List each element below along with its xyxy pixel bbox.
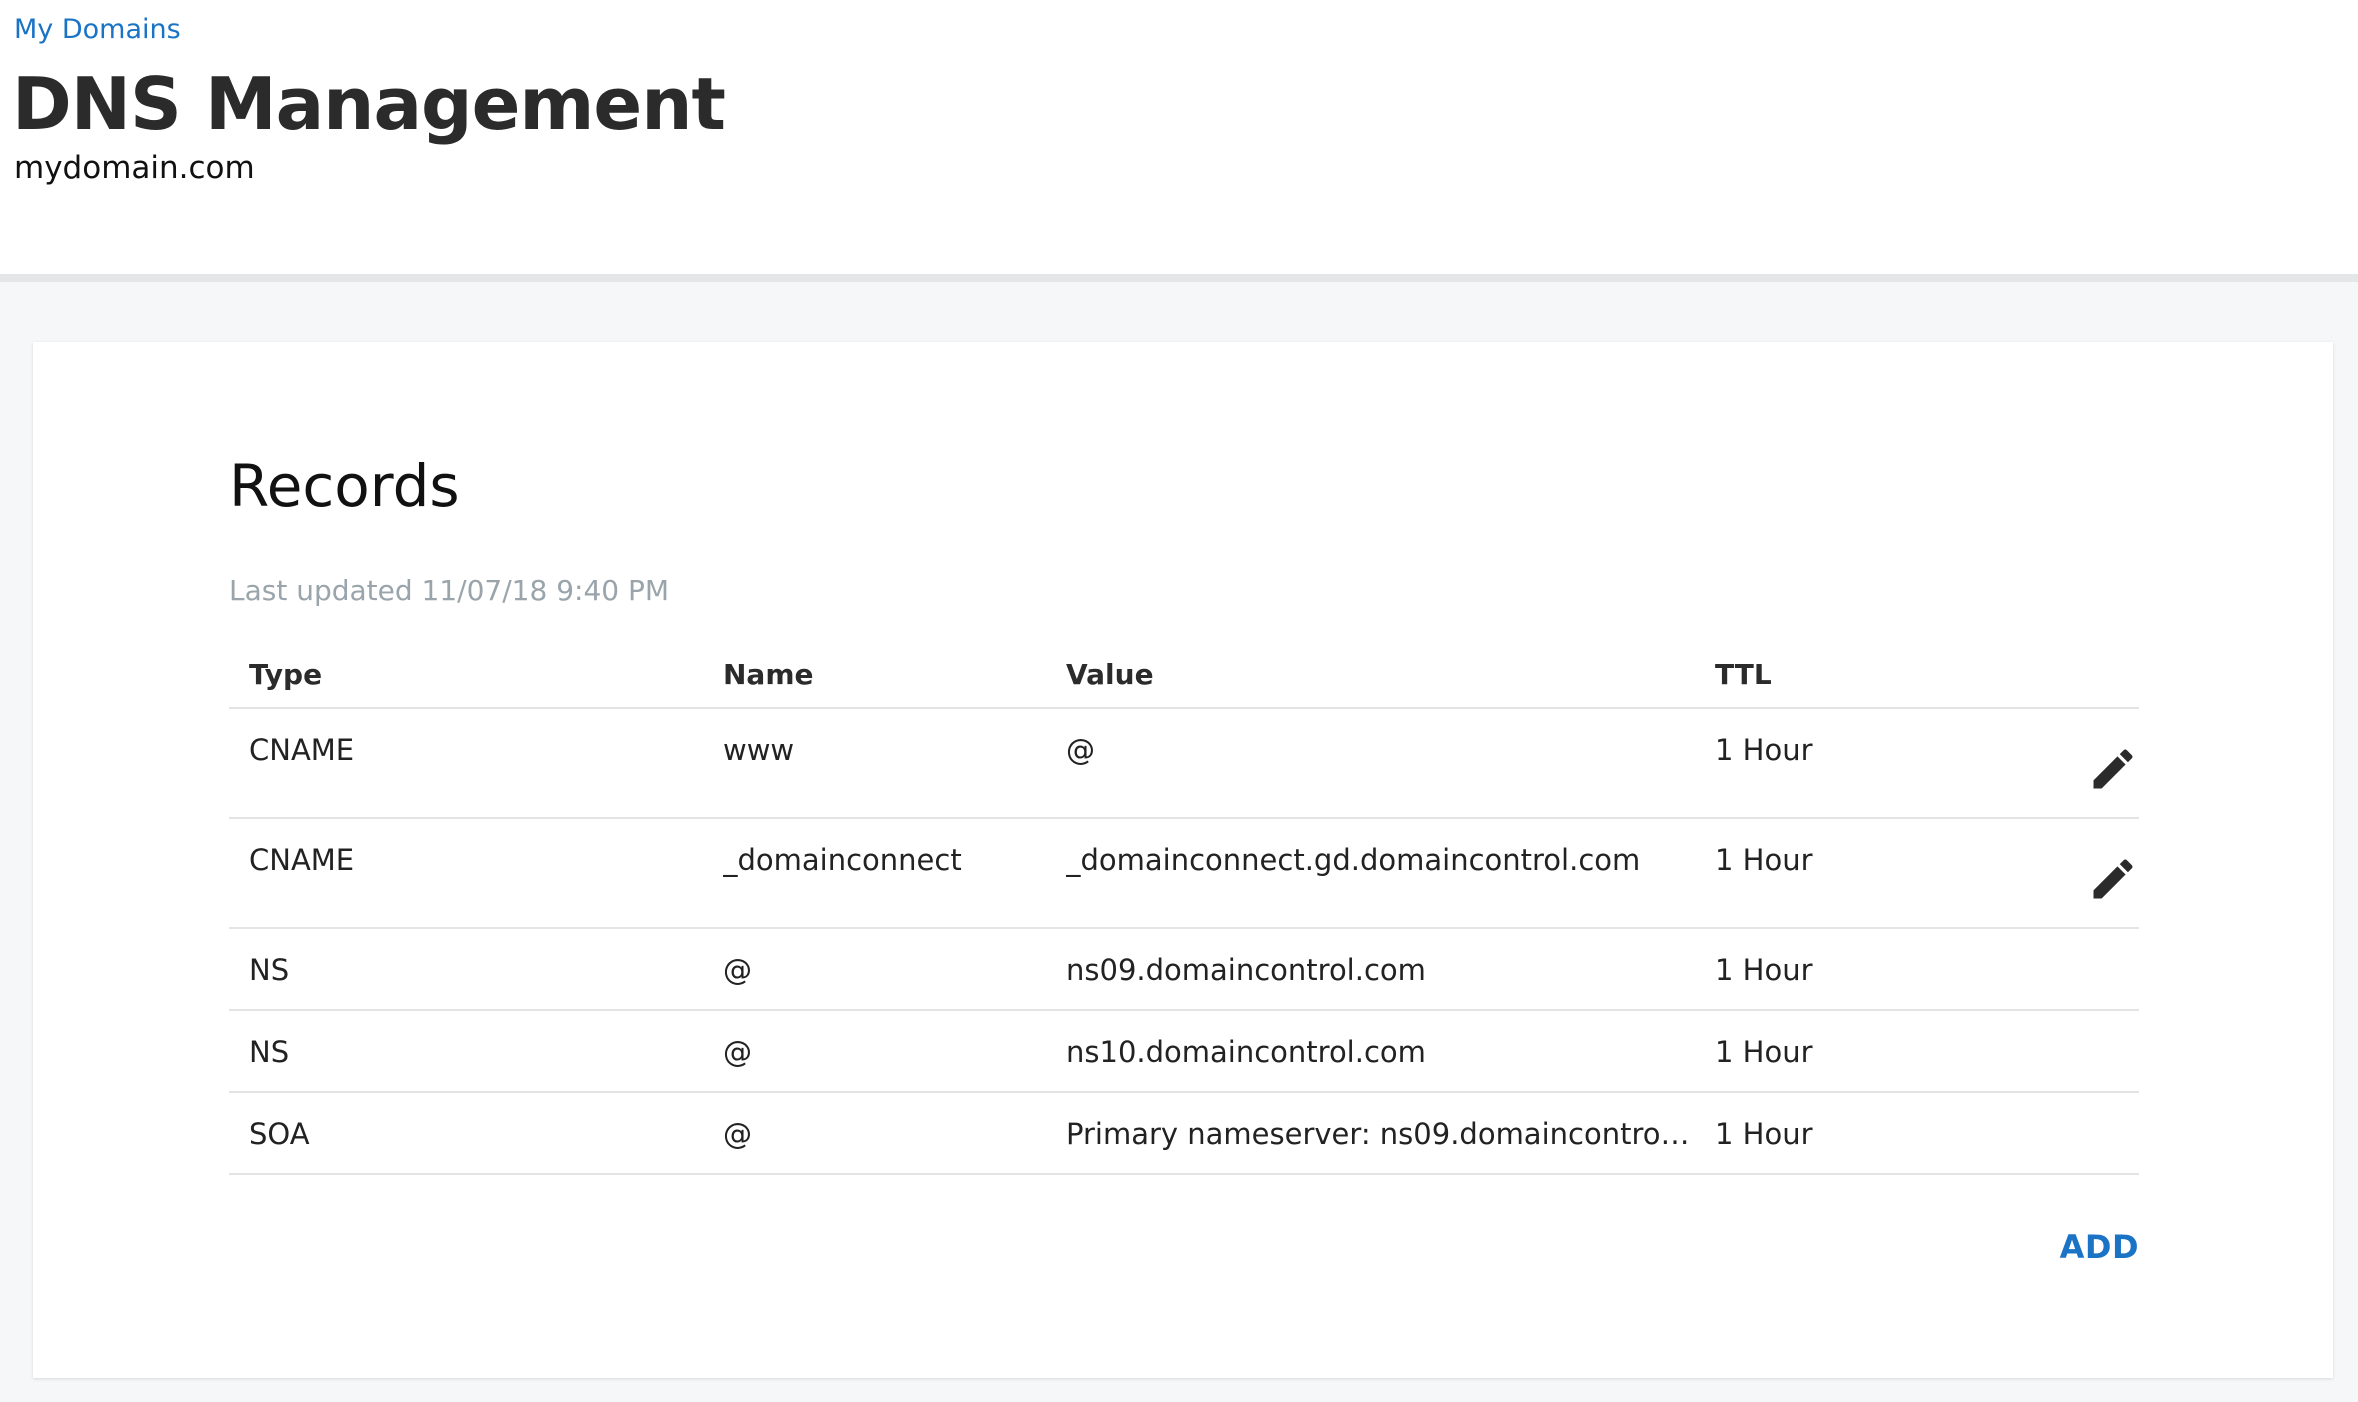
records-table: Type Name Value TTL CNAME www @ 1 Hour C…	[229, 648, 2139, 1175]
record-value-cell: @	[1066, 708, 1715, 819]
record-name-cell: @	[723, 928, 1066, 1011]
edit-record-button[interactable]	[2087, 743, 2139, 795]
record-type-cell: CNAME	[229, 708, 723, 819]
record-value-cell: ns09.domaincontrol.com	[1066, 928, 1715, 1011]
record-actions-cell	[1995, 818, 2139, 929]
record-type-cell: NS	[229, 928, 723, 1011]
pencil-icon	[2093, 859, 2133, 899]
breadcrumb-my-domains[interactable]: My Domains	[14, 14, 181, 45]
record-name-cell: @	[723, 1092, 1066, 1175]
record-value-cell: ns10.domaincontrol.com	[1066, 1010, 1715, 1093]
table-row: CNAME www @ 1 Hour	[229, 708, 2139, 819]
record-actions-cell	[1995, 928, 2139, 1011]
column-header-ttl[interactable]: TTL	[1715, 648, 1995, 709]
record-ttl-cell: 1 Hour	[1715, 1092, 1995, 1175]
record-type-cell: SOA	[229, 1092, 723, 1175]
records-card: Records Last updated 11/07/18 9:40 PM Ty…	[33, 342, 2333, 1378]
pencil-icon	[2093, 749, 2133, 789]
record-actions-cell	[1995, 708, 2139, 819]
table-row: NS @ ns10.domaincontrol.com 1 Hour	[229, 1010, 2139, 1093]
page-title: DNS Management	[12, 62, 726, 146]
record-ttl-cell: 1 Hour	[1715, 1010, 1995, 1093]
page-header: My Domains DNS Management mydomain.com	[0, 0, 2358, 282]
table-row: CNAME _domainconnect _domainconnect.gd.d…	[229, 818, 2139, 929]
record-actions-cell	[1995, 1092, 2139, 1175]
record-name-cell: @	[723, 1010, 1066, 1093]
domain-name: mydomain.com	[14, 150, 255, 186]
column-header-name[interactable]: Name	[723, 648, 1066, 709]
table-row: NS @ ns09.domaincontrol.com 1 Hour	[229, 928, 2139, 1011]
records-heading: Records	[229, 452, 460, 520]
record-value-cell: _domainconnect.gd.domaincontrol.com	[1066, 818, 1715, 929]
column-header-type[interactable]: Type	[229, 648, 723, 709]
last-updated-text: Last updated 11/07/18 9:40 PM	[229, 574, 670, 607]
record-name-cell: _domainconnect	[723, 818, 1066, 929]
column-header-value[interactable]: Value	[1066, 648, 1715, 709]
record-ttl-cell: 1 Hour	[1715, 818, 1995, 929]
record-actions-cell	[1995, 1010, 2139, 1093]
edit-record-button[interactable]	[2087, 853, 2139, 905]
table-header-row: Type Name Value TTL	[229, 648, 2139, 709]
record-value-cell: Primary nameserver: ns09.domaincontrol.c…	[1066, 1092, 1715, 1175]
record-ttl-cell: 1 Hour	[1715, 708, 1995, 819]
column-header-actions	[1995, 648, 2139, 709]
record-ttl-cell: 1 Hour	[1715, 928, 1995, 1011]
add-record-button[interactable]: ADD	[2060, 1228, 2139, 1266]
table-row: SOA @ Primary nameserver: ns09.domaincon…	[229, 1092, 2139, 1175]
record-type-cell: NS	[229, 1010, 723, 1093]
record-name-cell: www	[723, 708, 1066, 819]
record-type-cell: CNAME	[229, 818, 723, 929]
